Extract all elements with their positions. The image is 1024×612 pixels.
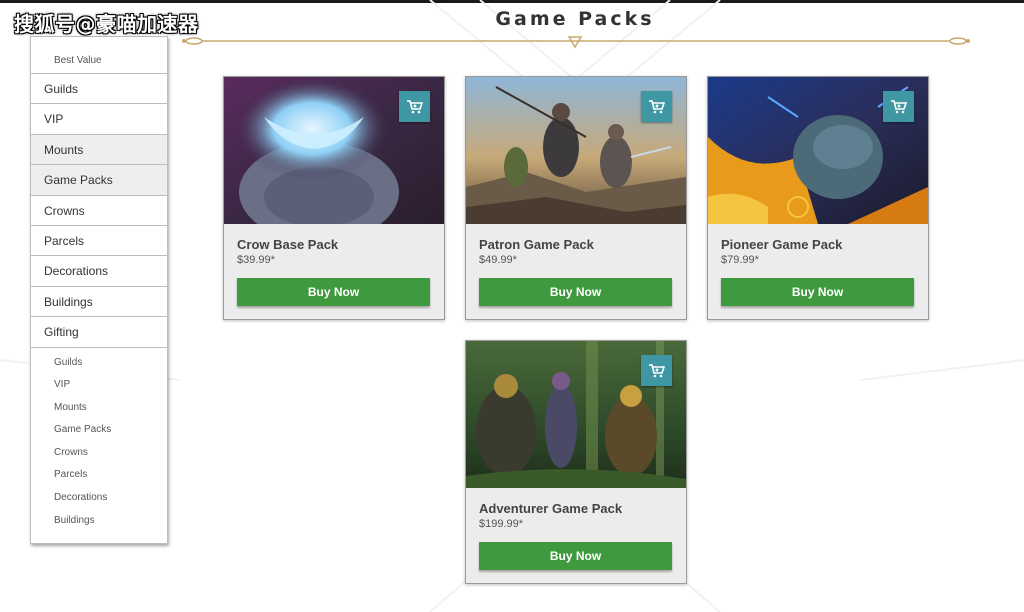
sidebar-item-crowns[interactable]: Crowns [31, 196, 167, 226]
sidebar-sub-best-value[interactable]: Best Value [31, 37, 167, 74]
gifting-sub-guilds[interactable]: Guilds [31, 357, 167, 380]
sidebar-item-game-packs[interactable]: Game Packs [31, 165, 167, 196]
product-card-patron-game-pack: Patron Game Pack $49.99* Buy Now [465, 76, 687, 320]
add-to-cart-button[interactable] [641, 91, 672, 122]
product-image-pioneer[interactable] [708, 77, 928, 224]
sidebar-item-guilds[interactable]: Guilds [31, 74, 167, 105]
product-name[interactable]: Crow Base Pack [237, 237, 338, 252]
product-image-patron[interactable] [466, 77, 686, 224]
watermark-text: 搜狐号@豪喵加速器 [14, 12, 199, 36]
gifting-submenu: Guilds VIP Mounts Game Packs Crowns Parc… [31, 348, 167, 538]
product-name[interactable]: Pioneer Game Pack [721, 237, 842, 252]
sidebar-item-parcels[interactable]: Parcels [31, 226, 167, 257]
product-name[interactable]: Patron Game Pack [479, 237, 594, 252]
product-image-adventurer[interactable] [466, 341, 686, 488]
product-image-crow[interactable] [224, 77, 444, 224]
gifting-sub-mounts[interactable]: Mounts [31, 402, 167, 425]
add-to-cart-button[interactable] [399, 91, 430, 122]
shopping-cart-icon [648, 99, 665, 113]
gifting-sub-crowns[interactable]: Crowns [31, 447, 167, 470]
gifting-sub-decorations[interactable]: Decorations [31, 492, 167, 515]
buy-now-button[interactable]: Buy Now [479, 542, 672, 570]
add-to-cart-button[interactable] [641, 355, 672, 386]
product-card-pioneer-game-pack: Pioneer Game Pack $79.99* Buy Now [707, 76, 929, 320]
product-name[interactable]: Adventurer Game Pack [479, 501, 622, 516]
buy-now-button[interactable]: Buy Now [721, 278, 914, 306]
title-ornament [182, 36, 970, 49]
sidebar-item-mounts[interactable]: Mounts [31, 134, 167, 166]
product-card-crow-base-pack: Crow Base Pack $39.99* Buy Now [223, 76, 445, 320]
product-price: $199.99* [479, 518, 524, 530]
shopping-cart-icon [648, 363, 665, 377]
product-price: $49.99* [479, 254, 517, 266]
product-card-adventurer-game-pack: Adventurer Game Pack $199.99* Buy Now [465, 340, 687, 584]
product-price: $79.99* [721, 254, 759, 266]
gifting-sub-parcels[interactable]: Parcels [31, 469, 167, 492]
sidebar-item-gifting[interactable]: Gifting [31, 317, 167, 348]
category-sidebar: Best Value Guilds VIP Mounts Game Packs … [30, 36, 168, 544]
add-to-cart-button[interactable] [883, 91, 914, 122]
sidebar-item-buildings[interactable]: Buildings [31, 287, 167, 318]
buy-now-button[interactable]: Buy Now [237, 278, 430, 306]
shopping-cart-icon [406, 99, 423, 113]
sidebar-item-decorations[interactable]: Decorations [31, 256, 167, 287]
shopping-cart-icon [890, 99, 907, 113]
page-title: Game Packs [495, 8, 655, 30]
gifting-sub-game-packs[interactable]: Game Packs [31, 424, 167, 447]
sidebar-item-vip[interactable]: VIP [31, 104, 167, 135]
product-price: $39.99* [237, 254, 275, 266]
gifting-sub-buildings[interactable]: Buildings [31, 515, 167, 538]
buy-now-button[interactable]: Buy Now [479, 278, 672, 306]
gifting-sub-vip[interactable]: VIP [31, 379, 167, 402]
